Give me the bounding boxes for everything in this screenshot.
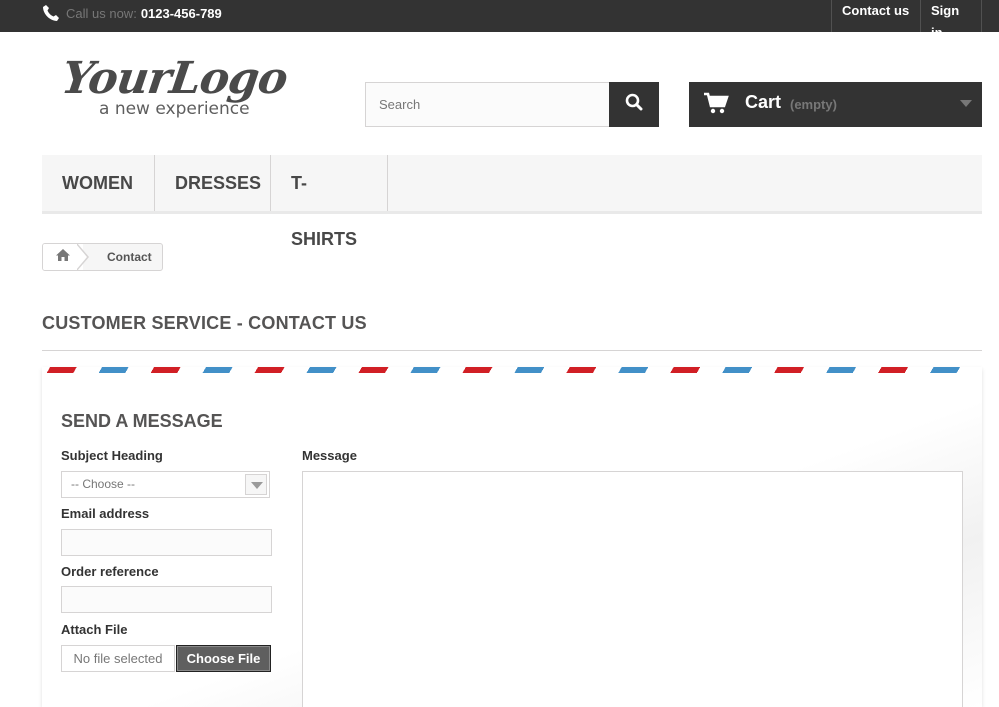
- email-field[interactable]: [61, 529, 272, 556]
- file-status: No file selected: [61, 645, 175, 672]
- search-input[interactable]: Search: [365, 82, 610, 127]
- heading-divider: [42, 350, 982, 351]
- phone-icon: [42, 4, 60, 22]
- order-reference-field[interactable]: [61, 586, 272, 613]
- top-bar: Call us now: 0123-456-789 Contact us Sig…: [0, 0, 999, 40]
- menu-item-women[interactable]: WOMEN: [42, 155, 155, 211]
- cart-label: Cart: [745, 92, 782, 112]
- breadcrumb-current: Contact: [107, 250, 152, 264]
- call-label: Call us now:: [66, 5, 137, 21]
- airmail-stripe: [42, 367, 982, 373]
- main-menu: WOMEN DRESSES T-SHIRTS: [42, 155, 982, 249]
- select-toggle[interactable]: [245, 474, 267, 495]
- chevron-down-icon: [251, 482, 263, 489]
- breadcrumb-separator-inner: [76, 244, 87, 270]
- shopping-cart-icon: [703, 91, 729, 115]
- contact-us-link[interactable]: Contact us: [831, 0, 921, 32]
- chevron-down-icon: [960, 100, 972, 107]
- message-label: Message: [302, 448, 357, 463]
- contact-form-box: SEND A MESSAGE Subject Heading -- Choose…: [42, 367, 982, 707]
- breadcrumb: Contact: [42, 243, 163, 271]
- menu-item-dresses[interactable]: DRESSES: [155, 155, 271, 211]
- phone-info: Call us now: 0123-456-789: [42, 3, 222, 23]
- topbar-divider: [981, 0, 982, 32]
- subject-select[interactable]: -- Choose --: [61, 471, 270, 498]
- attach-file-label: Attach File: [61, 622, 128, 637]
- home-icon: [55, 248, 71, 267]
- message-textarea[interactable]: [302, 471, 963, 707]
- logo-text: YourLogo: [58, 53, 291, 104]
- menu-item-tshirts[interactable]: T-SHIRTS: [271, 155, 388, 249]
- page-title: CUSTOMER SERVICE - CONTACT US: [42, 313, 367, 333]
- search-icon: [625, 93, 643, 116]
- cart-button[interactable]: Cart (empty): [689, 82, 982, 127]
- choose-file-button[interactable]: Choose File: [176, 645, 271, 672]
- phone-number: 0123-456-789: [140, 5, 222, 21]
- form-title: SEND A MESSAGE: [61, 411, 223, 431]
- cart-status: (empty): [790, 97, 837, 112]
- order-reference-label: Order reference: [61, 564, 159, 579]
- sign-in-link[interactable]: Sign in: [920, 0, 982, 40]
- subject-selected-value: -- Choose --: [71, 477, 136, 491]
- logo-tagline: a new experience: [99, 99, 250, 119]
- search-button[interactable]: [609, 82, 659, 127]
- site-logo[interactable]: YourLogo a new experience: [58, 53, 302, 123]
- email-label: Email address: [61, 506, 150, 521]
- subject-label: Subject Heading: [61, 448, 163, 463]
